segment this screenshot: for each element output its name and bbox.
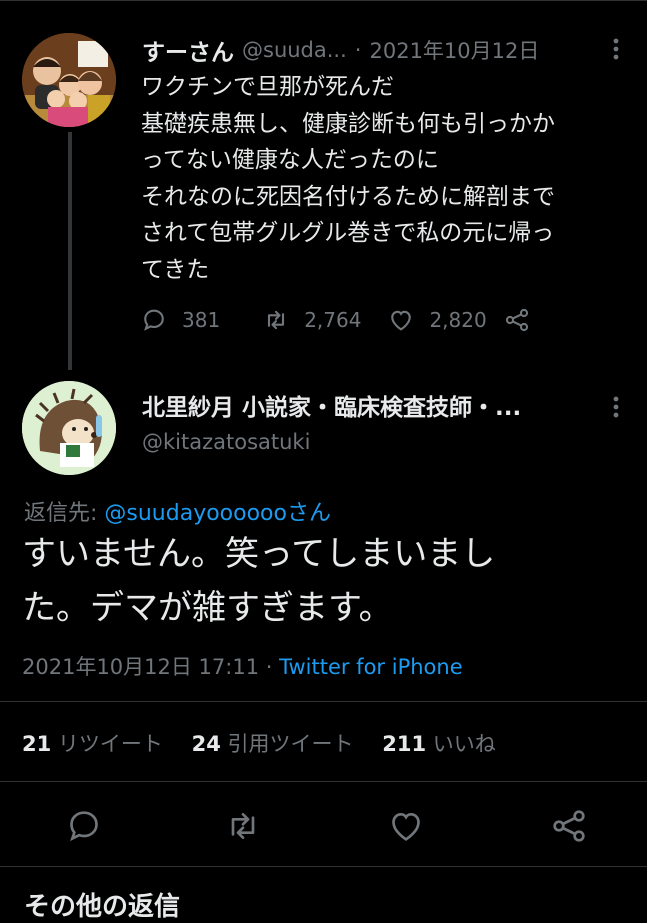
- more-options-button[interactable]: [604, 34, 628, 64]
- quotes-stat[interactable]: 24 引用ツイート: [192, 732, 354, 756]
- avatar[interactable]: [22, 33, 116, 127]
- retweet-button[interactable]: 2,764: [262, 306, 361, 334]
- reply-to-handle-link[interactable]: @suudayoooooo: [104, 501, 287, 526]
- more-replies-heading: その他の返信: [24, 892, 181, 922]
- reply-to-suffix: さん: [286, 501, 331, 526]
- retweet-icon: [268, 310, 285, 330]
- like-icon: [392, 812, 420, 841]
- top-divider: [0, 0, 647, 1]
- more-vertical-icon: [613, 38, 619, 60]
- quotes-stat-count: 24: [191, 732, 221, 756]
- retweets-stat[interactable]: 21 リツイート: [22, 732, 163, 756]
- reply-timestamp[interactable]: 2021年10月12日 17:11: [22, 655, 259, 679]
- reply-to-line: 返信先: @suudayooooooさん: [24, 495, 331, 527]
- retweets-stat-label: リツイート: [57, 732, 163, 756]
- likes-stat-count: 211: [382, 732, 427, 756]
- reply-more-options-button[interactable]: [604, 392, 628, 422]
- share-action-button[interactable]: [549, 806, 589, 846]
- likes-stat[interactable]: 211 いいね: [382, 732, 496, 756]
- tweet-date[interactable]: 2021年10月12日: [369, 35, 539, 65]
- reply-author-name[interactable]: 北里紗月 小説家・臨床検査技師・...: [142, 388, 521, 422]
- source-link[interactable]: Twitter for iPhone: [279, 655, 463, 679]
- stats-divider-bottom: [0, 781, 647, 782]
- reply-action-button[interactable]: [64, 806, 104, 846]
- retweet-count: 2,764: [304, 308, 362, 332]
- like-button[interactable]: 2,820: [387, 306, 487, 334]
- tweet-text: ワクチンで旦那が死んだ 基礎疾患無し、健康診断も何も引っかか ってない健康な人だ…: [141, 74, 555, 283]
- reply-action-bar: [0, 806, 647, 850]
- engagement-stats: 21 リツイート 24 引用ツイート 211 いいね: [22, 728, 518, 758]
- like-action-button[interactable]: [386, 806, 426, 846]
- tweet-metadata: 2021年10月12日 17:11 · Twitter for iPhone: [22, 651, 463, 681]
- retweets-stat-count: 21: [22, 732, 52, 756]
- likes-stat-label: いいね: [432, 732, 496, 756]
- retweet-icon: [231, 813, 255, 839]
- tweet-actions: 381 2,764 2,820: [140, 300, 531, 340]
- like-count: 2,820: [429, 308, 487, 332]
- reply-icon: [144, 309, 164, 331]
- reply-to-label: 返信先:: [24, 501, 105, 526]
- reply-author-handle[interactable]: @kitazatosatuki: [142, 430, 310, 454]
- separator-dot: ·: [354, 38, 362, 62]
- reply-button[interactable]: 381: [140, 306, 220, 334]
- share-icon: [505, 308, 528, 332]
- quotes-stat-label: 引用ツイート: [227, 732, 354, 756]
- meta-separator: ·: [259, 655, 280, 679]
- more-vertical-icon: [613, 396, 619, 418]
- tweet-header: すーさん @suuda... · 2021年10月12日: [142, 32, 539, 68]
- share-icon: [553, 810, 585, 842]
- reply-count: 381: [182, 308, 221, 332]
- reply-icon: [70, 811, 98, 842]
- reply-avatar[interactable]: [22, 381, 116, 475]
- author-name[interactable]: すーさん: [142, 33, 234, 67]
- share-button[interactable]: [503, 306, 531, 334]
- stats-divider-top: [0, 701, 647, 702]
- retweet-action-button[interactable]: [223, 806, 263, 846]
- author-handle[interactable]: @suuda...: [242, 38, 347, 62]
- thread-connector: [68, 132, 72, 370]
- like-icon: [391, 310, 412, 331]
- reply-text: すいません。笑ってしまいまし た。デマが雑すぎます。: [22, 534, 496, 628]
- actions-divider: [0, 866, 647, 867]
